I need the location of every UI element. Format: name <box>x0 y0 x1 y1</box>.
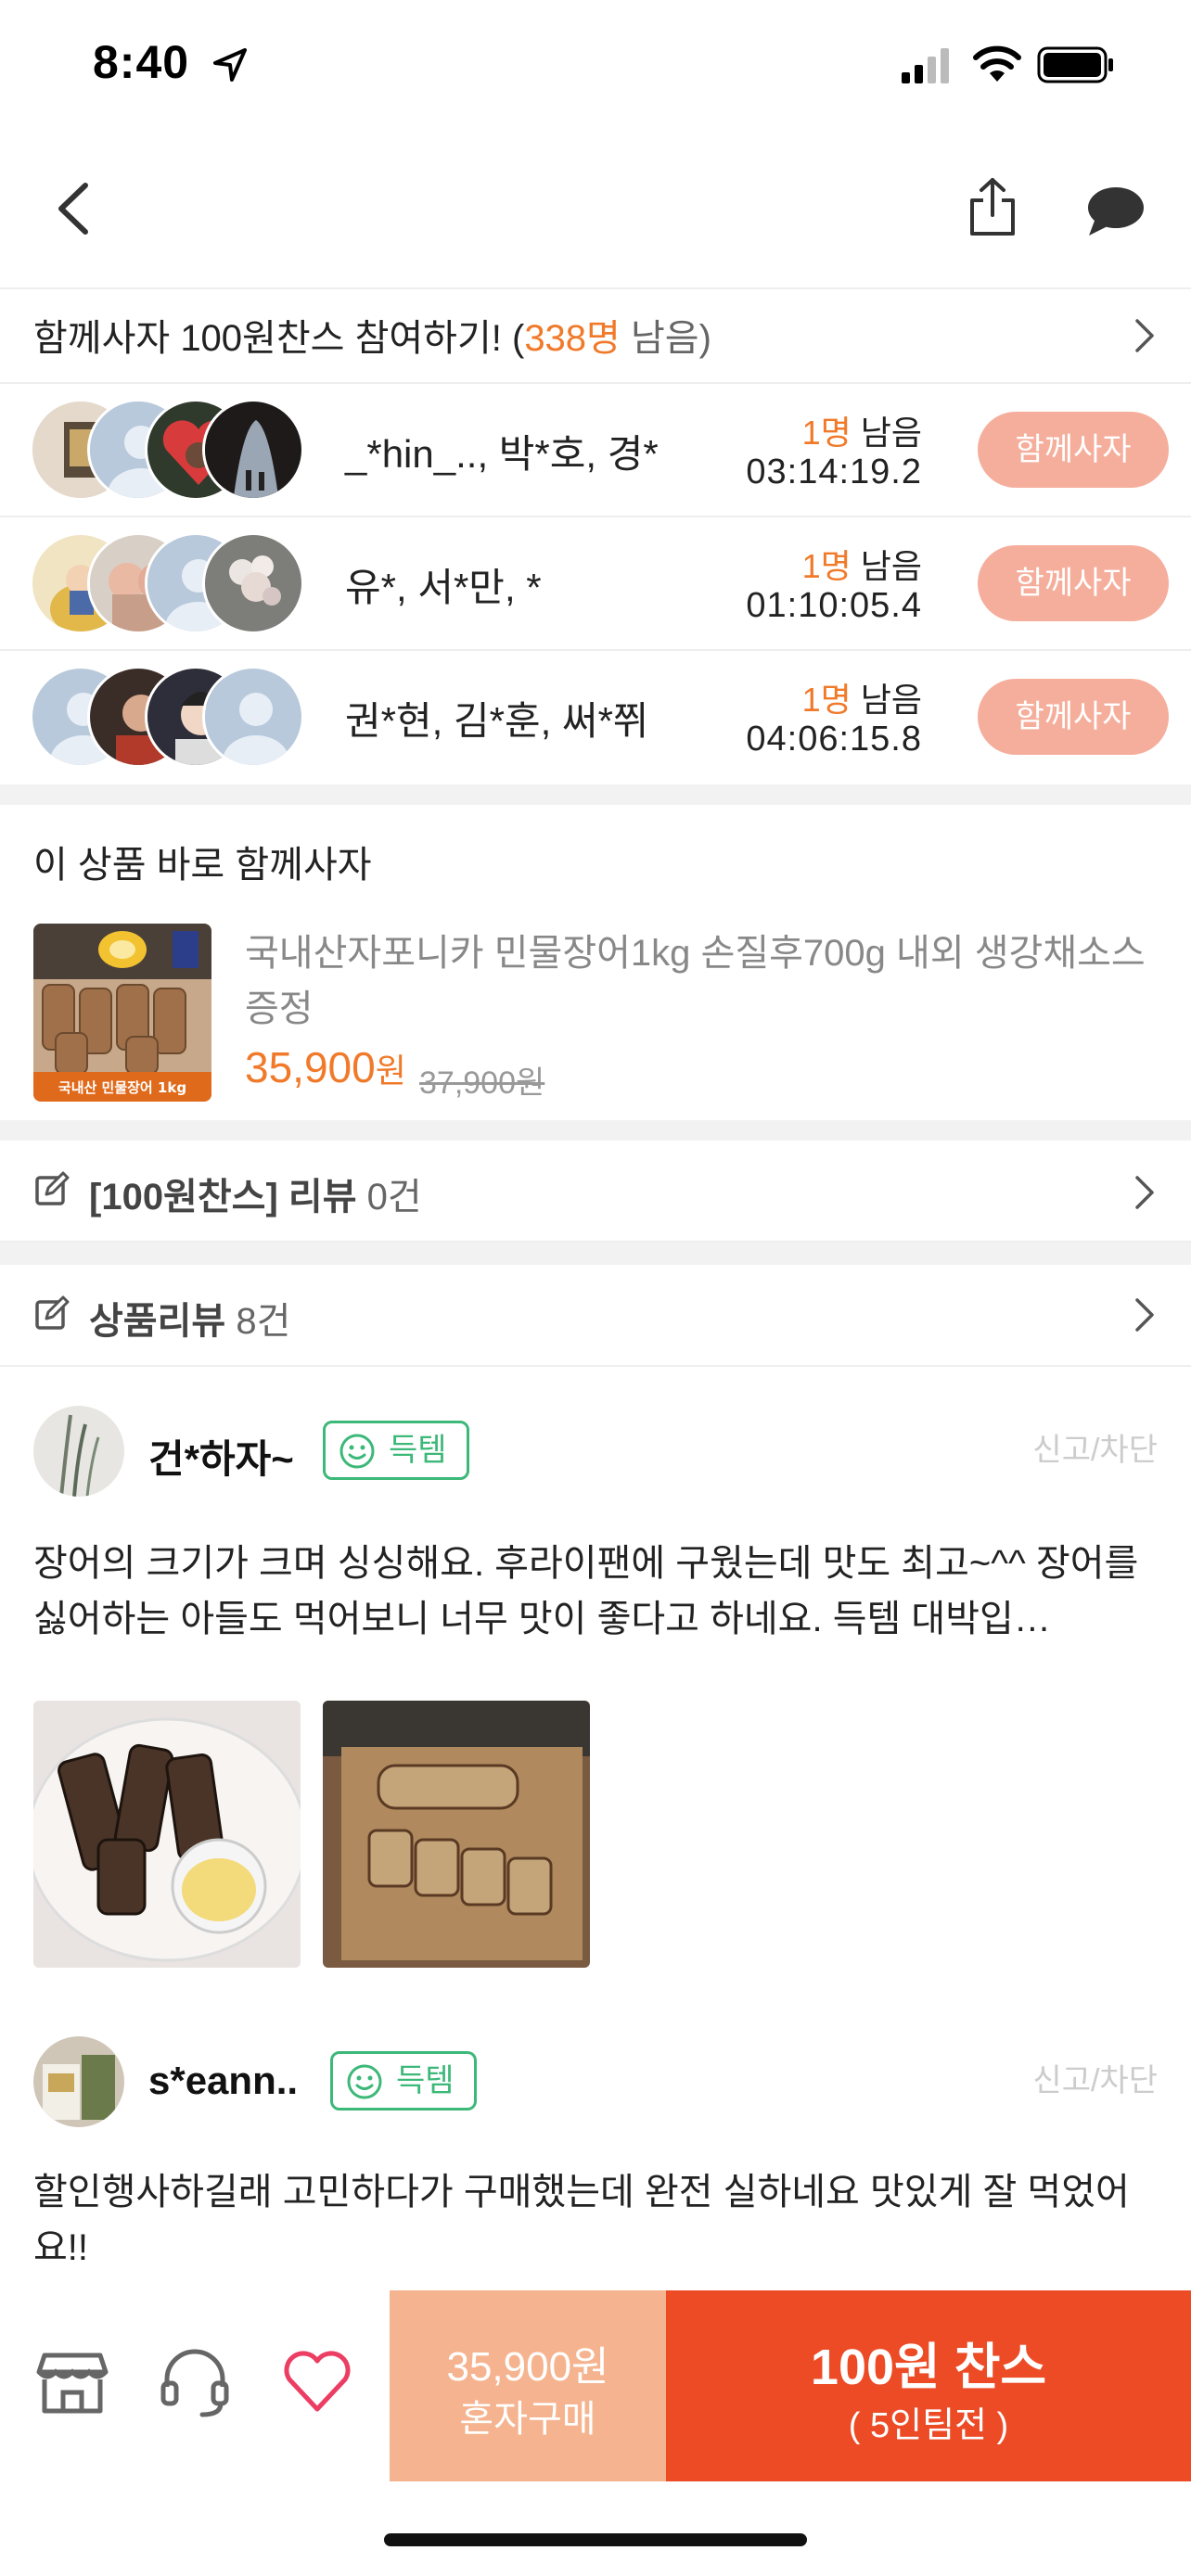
chat-bubble-icon[interactable] <box>1085 184 1146 239</box>
member-avatars <box>30 666 317 768</box>
best-item-badge: 득템 <box>330 2051 477 2111</box>
back-chevron-icon[interactable] <box>46 176 102 241</box>
solo-label: 혼자구매 <box>459 2399 596 2440</box>
home-indicator[interactable] <box>384 2533 807 2546</box>
group-row: 유*, 서*만, * 1명 남음 01:10:05.4 함께사자 <box>0 517 1191 651</box>
avatar <box>202 532 304 634</box>
location-arrow-icon <box>213 48 247 82</box>
product-price: 35,900원 <box>245 1043 406 1091</box>
member-avatars <box>30 532 317 634</box>
member-names: 권*현, 김*훈, 써*쮜 <box>345 699 649 743</box>
report-block-link[interactable]: 신고/차단 <box>1032 2055 1158 2100</box>
member-avatars <box>30 399 317 501</box>
edit-icon <box>35 1171 70 1205</box>
store-icon[interactable] <box>33 2342 111 2420</box>
review-photo[interactable] <box>33 1701 301 1968</box>
chevron-right-icon <box>1135 1298 1154 1332</box>
share-icon[interactable] <box>965 174 1020 239</box>
divider <box>0 1120 1191 1141</box>
join-group-button[interactable]: 함께사자 <box>978 545 1169 621</box>
chevron-right-icon <box>1135 1176 1154 1209</box>
join-group-button[interactable]: 함께사자 <box>978 679 1169 755</box>
divider <box>0 784 1191 805</box>
edit-icon <box>35 1295 70 1330</box>
heart-icon[interactable] <box>278 2342 356 2420</box>
product-thumbnail[interactable]: 국내산 민물장어 1kg <box>33 924 211 1102</box>
remaining-count: 338명 <box>524 318 621 359</box>
bottom-action-bar: 35,900원 혼자구매 100원 찬스 ( 5인팀전 ) <box>0 2290 1191 2481</box>
nav-bar <box>0 130 1191 289</box>
remain-text: 1명 남음 <box>801 414 922 452</box>
chance-review-link[interactable]: [100원찬스] 리뷰 0건 <box>0 1141 1191 1243</box>
thumb-label: 국내산 민물장어 1kg <box>58 1079 186 1096</box>
group-row: _*hin_.., 박*호, 경* 1명 남음 03:14:19.2 함께사자 <box>0 384 1191 517</box>
avatar <box>202 399 304 501</box>
reviewer-name: 건*하자~ <box>148 1437 294 1481</box>
battery-icon <box>1037 46 1113 83</box>
reviewer-name: s*eann.. <box>148 2059 299 2102</box>
original-price: 37,900원 <box>419 1065 545 1101</box>
chance-100won-button[interactable]: 100원 찬스 ( 5인팀전 ) <box>666 2290 1191 2481</box>
remain-text: 1명 남음 <box>801 681 922 719</box>
buy-alone-button[interactable]: 35,900원 혼자구매 <box>390 2290 666 2481</box>
solo-price: 35,900원 <box>446 2344 609 2390</box>
report-block-link[interactable]: 신고/차단 <box>1032 1424 1158 1470</box>
avatar <box>202 666 304 768</box>
cellular-signal-icon <box>902 48 949 83</box>
review-item: 건*하자~ 득템 신고/차단 장어의 크기가 크며 싱싱해요. 후라이팬에 구웠… <box>0 1367 1191 1979</box>
smile-icon <box>339 1434 375 1469</box>
countdown-timer: 04:06:15.8 <box>746 720 922 759</box>
member-names: 유*, 서*만, * <box>345 566 542 609</box>
chance-title: 100원 찬스 <box>810 2340 1047 2395</box>
buy-now-title: 이 상품 바로 함께사자 <box>33 845 372 886</box>
reviewer-avatar <box>33 1406 124 1497</box>
product-review-link[interactable]: 상품리뷰 8건 <box>0 1265 1191 1367</box>
product-name[interactable]: 국내산자포니카 민물장어1kg 손질후700g 내외 생강채소스증정 <box>245 925 1163 1037</box>
review-photo[interactable] <box>323 1701 590 1968</box>
chance-subtitle: ( 5인팀전 ) <box>848 2406 1009 2445</box>
review-item: s*eann.. 득템 신고/차단 할인행사하길래 고민하다가 구매했는데 완전… <box>0 1979 1191 2294</box>
headset-icon[interactable] <box>156 2342 234 2420</box>
remain-text: 1명 남음 <box>801 547 922 585</box>
smile-icon <box>347 2064 382 2099</box>
group-buy-header[interactable]: 함께사자 100원찬스 참여하기! (338명 남음) <box>0 289 1191 384</box>
product-review-label: 상품리뷰 8건 <box>89 1301 291 1342</box>
group-buy-title: 함께사자 100원찬스 참여하기! (338명 남음) <box>33 318 711 359</box>
status-time: 8:40 <box>93 36 190 88</box>
countdown-timer: 03:14:19.2 <box>746 453 922 491</box>
member-names: _*hin_.., 박*호, 경* <box>345 432 659 476</box>
review-text[interactable]: 장어의 크기가 크며 싱싱해요. 후라이팬에 구웠는데 맛도 최고~^^ 장어를… <box>33 1536 1158 1647</box>
review-text[interactable]: 할인행사하길래 고민하다가 구매했는데 완전 실하네요 맛있게 잘 먹었어요!! <box>33 2164 1158 2276</box>
wifi-icon <box>973 45 1021 82</box>
chance-review-label: [100원찬스] 리뷰 0건 <box>89 1177 422 1218</box>
status-bar: 8:40 <box>0 0 1191 130</box>
best-item-badge: 득템 <box>323 1421 469 1480</box>
join-group-button[interactable]: 함께사자 <box>978 412 1169 488</box>
chevron-right-icon <box>1135 319 1154 352</box>
countdown-timer: 01:10:05.4 <box>746 586 922 625</box>
reviewer-avatar <box>33 2036 124 2127</box>
group-row: 권*현, 김*훈, 써*쮜 1명 남음 04:06:15.8 함께사자 <box>0 651 1191 784</box>
divider <box>0 1243 1191 1265</box>
